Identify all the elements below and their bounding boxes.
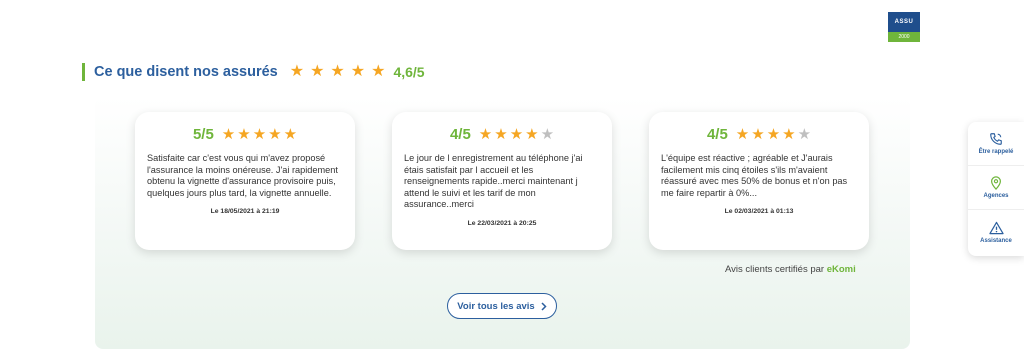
side-item-label: Être rappelé [978,149,1014,155]
certified-prefix: Avis clients certifiés par [725,264,825,275]
review-stars: ★ ★ ★ ★ ★ [479,127,554,142]
star-icon: ★ [237,126,251,143]
phone-icon [990,133,1002,145]
review-text: L'équipe est réactive ; agréable et J'au… [661,153,848,198]
chevron-right-icon [541,301,547,311]
review-date: Le 18/05/2021 à 21:19 [210,208,280,216]
star-icon: ★ [221,126,236,143]
star-icon: ★ [310,63,325,80]
logo-bottom-text: 2000 [888,32,920,42]
review-score: 4/5 [706,126,728,143]
side-item-callback[interactable]: Être rappelé [968,122,1024,166]
review-card: 5/5 ★ ★ ★ ★ ★ Satisfaite car c'est vous qui … [135,112,355,250]
review-header: 4/5 ★ ★ ★ ★ ★ [661,126,857,143]
star-icon: ★ [735,126,750,143]
star-empty-icon: ★ [797,126,812,143]
review-text: Le jour de l enregistrement au téléphone… [404,153,583,210]
review-stars: ★ ★ ★ ★ ★ [736,127,811,142]
star-icon: ★ [509,126,524,143]
review-header: 5/5 ★ ★ ★ ★ ★ [147,126,343,143]
location-pin-icon [991,176,1001,190]
star-icon: ★ [283,126,298,143]
review-date: Le 02/03/2021 à 01:13 [724,208,794,216]
star-icon: ★ [252,126,267,143]
review-card: 4/5 ★ ★ ★ ★ ★ L'équipe est réactive ; agréab… [649,112,869,250]
review-card: 4/5 ★ ★ ★ ★ ★ Le jour de l enregistrement au… [392,112,612,250]
star-icon: ★ [371,63,386,80]
review-score: 5/5 [192,126,214,143]
see-all-label: Voir tous les avis [457,300,535,312]
star-icon: ★ [525,126,539,143]
review-header: 4/5 ★ ★ ★ ★ ★ [404,126,600,143]
star-icon: ★ [494,126,508,143]
star-icon: ★ [766,126,781,143]
star-icon: ★ [330,63,345,80]
brand-logo[interactable]: ASSU 2000 [888,12,920,42]
star-icon: ★ [478,126,493,143]
warning-icon [988,221,1004,234]
star-empty-icon: ★ [540,126,555,143]
review-date: Le 22/03/2021 à 20:25 [467,219,537,227]
see-all-reviews-button[interactable]: Voir tous les avis [447,293,557,319]
ekomi-link[interactable]: eKomi [827,264,856,275]
side-item-label: Assistance [980,237,1012,244]
certified-notice: Avis clients certifiés par eKomi [725,264,856,275]
side-item-agencies[interactable]: Agences [968,166,1024,210]
logo-top-text: ASSU [888,12,920,32]
heading-accent-bar [82,63,85,81]
star-icon: ★ [751,126,765,143]
review-score: 4/5 [449,126,471,143]
overall-stars: ★ ★ ★ ★ ★ [290,64,386,80]
star-icon: ★ [268,126,282,143]
side-menu: Être rappelé Agences Assistance [968,122,1024,256]
overall-rating: 4,6/5 [393,64,425,80]
star-icon: ★ [289,63,305,80]
page-title: Ce que disent nos assurés [94,64,278,80]
star-icon: ★ [350,63,366,80]
review-text: Satisfaite car c'est vous qui m'avez pro… [147,153,338,198]
star-icon: ★ [782,126,796,143]
review-stars: ★ ★ ★ ★ ★ [222,127,297,142]
reviews-heading: Ce que disent nos assurés ★ ★ ★ ★ ★ 4,6/… [82,62,425,82]
side-item-assistance[interactable]: Assistance [968,210,1024,254]
side-item-label: Agences [983,193,1009,199]
